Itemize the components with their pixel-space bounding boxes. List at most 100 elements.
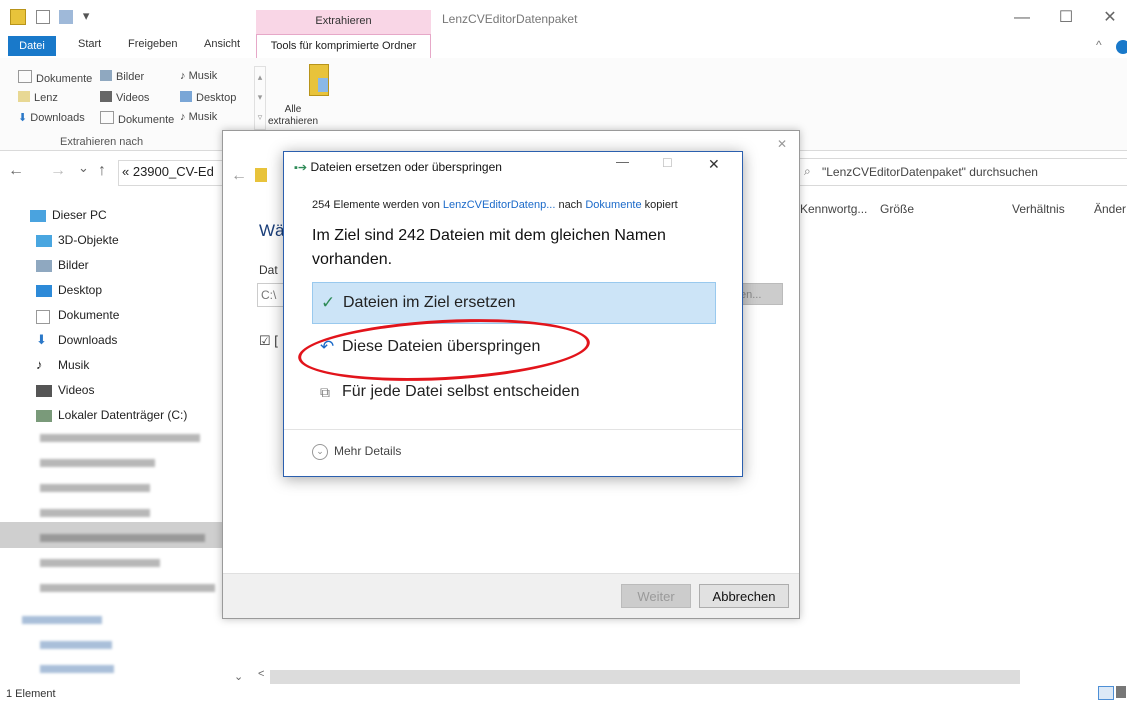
zip-folder-icon [255,168,267,182]
sidebar-item-musik[interactable]: ♪ Musik [36,357,89,372]
replace-or-skip-dialog: ▪➔ Dateien ersetzen oder überspringen — … [283,151,743,477]
sidebar-item-blurred[interactable] [40,534,205,542]
sidebar-item-blurred[interactable] [40,584,215,592]
download-icon: ⬇ [18,112,31,124]
wizard-checkbox[interactable]: ☑ [ [259,333,278,349]
sidebar-item-desktop[interactable]: Desktop [36,283,102,297]
conflict-heading: Im Ziel sind 242 Dateien mit dem gleiche… [312,227,666,268]
folder-zip-icon [10,8,26,25]
document-icon [100,111,114,124]
sidebar-item-videos[interactable]: Videos [36,383,94,397]
sidebar-item-blurred[interactable] [40,665,114,673]
tab-datei[interactable]: Datei [8,36,56,56]
sidebar-item-blurred[interactable] [40,459,155,467]
drive-icon [36,410,52,422]
minimize-button[interactable]: — [1002,6,1042,30]
sidebar-item-blurred[interactable] [40,559,160,567]
compare-files-icon: ⧉ [320,384,330,400]
recent-locations-button[interactable]: ⌄ [78,160,89,176]
ribbon-dest-videos[interactable]: Videos [100,91,149,104]
column-header-password[interactable]: Kennwortg... [800,202,867,216]
help-icon[interactable] [1116,40,1127,54]
ribbon-dest-bilder[interactable]: Bilder [100,70,144,83]
back-button[interactable]: ← [8,162,24,180]
replace-files-option[interactable]: ✓ Dateien im Ziel ersetzen [312,282,716,324]
sidebar-item-3d-objekte[interactable]: 3D-Objekte [36,233,119,247]
tab-ansicht[interactable]: Ansicht [204,38,240,50]
sidebar-item-blurred[interactable] [40,509,150,517]
sidebar-item-local-disk[interactable]: Lokaler Datenträger (C:) [36,408,187,422]
sidebar-item-blurred[interactable] [22,616,102,624]
forward-button[interactable]: → [50,162,66,180]
tab-tools-compressed[interactable]: Tools für komprimierte Ordner [256,34,431,58]
ribbon-dest-dokumente[interactable]: Dokumente [18,70,92,85]
wizard-back-button[interactable]: ← [231,167,247,185]
close-button[interactable]: ✕ [1090,6,1127,30]
sidebar-item-downloads[interactable]: ⬇ Downloads [36,332,117,347]
details-view-icon[interactable] [1098,686,1114,700]
ribbon-dest-desktop[interactable]: Desktop [180,91,236,104]
desktop-icon [180,91,192,102]
scroll-left-icon[interactable]: < [258,668,264,680]
sidebar-item-blurred[interactable] [40,434,200,442]
ribbon-dest-musik-2[interactable]: ♪ Musik [180,111,217,123]
file-move-icon: ▪➔ [294,162,308,174]
breadcrumb[interactable]: « 23900_CV-Ed [122,164,214,179]
column-header-ratio[interactable]: Verhältnis [1012,202,1065,216]
window-title: LenzCVEditorDatenpaket [442,12,578,26]
desktop-icon [36,285,52,297]
weiter-button[interactable]: Weiter [621,584,691,608]
ribbon-gallery-scroll[interactable]: ▴ ▾ ▿ [254,66,266,130]
dialog-maximize-button[interactable]: ☐ [662,156,673,170]
properties-icon[interactable] [35,9,50,24]
sidebar-item-blurred[interactable] [40,484,150,492]
more-details-toggle[interactable]: ⌄ Mehr Details [312,444,401,460]
wizard-label: Dat [259,263,278,277]
computer-icon [30,210,46,222]
qat-dropdown-icon[interactable]: ▾ [83,8,90,23]
column-header-changed[interactable]: Änder [1094,202,1126,216]
horizontal-scrollbar[interactable] [270,670,1020,684]
ribbon-dest-dokumente-2[interactable]: Dokumente [100,111,174,126]
sidebar-item-dokumente[interactable]: Dokumente [36,308,119,324]
videos-icon [100,91,112,102]
quick-access-toolbar[interactable]: ▾ [10,8,89,25]
abbrechen-button[interactable]: Abbrechen [699,584,789,608]
dialog-minimize-button[interactable]: — [616,154,629,169]
status-item-count: 1 Element [6,688,56,700]
new-folder-icon[interactable] [59,9,74,24]
tiles-view-icon[interactable] [1116,686,1126,698]
wizard-footer: Weiter Abbrechen [223,573,799,618]
3d-objects-icon [36,235,52,247]
dialog-separator [284,429,742,430]
extract-all-icon-overlay [318,78,328,92]
dialog-close-button[interactable]: ✕ [708,156,720,173]
sidebar-scroll-down-icon[interactable]: ⌄ [234,670,243,683]
extract-all-button[interactable]: Alle extrahieren [268,104,318,128]
pictures-icon [36,260,52,272]
maximize-button[interactable]: ☐ [1046,6,1086,30]
ribbon-group-label: Extrahieren nach [60,136,144,148]
tab-freigeben[interactable]: Freigeben [128,38,178,50]
wizard-heading: Wä [259,221,285,240]
wizard-close-button[interactable]: ✕ [777,137,787,151]
source-folder-link[interactable]: LenzCVEditorDatenp... [443,199,556,211]
music-icon: ♪ [180,111,189,123]
destination-folder-link[interactable]: Dokumente [585,199,641,211]
sidebar-item-dieser-pc[interactable]: Dieser PC [30,208,107,222]
sidebar-item-blurred[interactable] [40,641,112,649]
search-icon: ⌕ [804,164,811,178]
sidebar-item-bilder[interactable]: Bilder [36,258,89,272]
copy-status-line: 254 Elemente werden von LenzCVEditorDate… [312,199,678,211]
search-input[interactable]: "LenzCVEditorDatenpaket" durchsuchen [822,165,1038,179]
ribbon-dest-downloads[interactable]: ⬇ Downloads [18,111,85,124]
up-button[interactable]: ↑ [98,162,106,180]
ribbon-dest-musik[interactable]: ♪ Musik [180,70,217,82]
column-header-size[interactable]: Größe [880,202,914,216]
music-icon: ♪ [36,357,43,372]
ribbon-dest-lenz[interactable]: Lenz [18,91,58,104]
ribbon-collapse-icon[interactable]: ^ [1096,38,1102,52]
pictures-icon [100,70,112,81]
chevron-down-icon: ⌄ [312,444,328,460]
tab-start[interactable]: Start [78,38,101,50]
